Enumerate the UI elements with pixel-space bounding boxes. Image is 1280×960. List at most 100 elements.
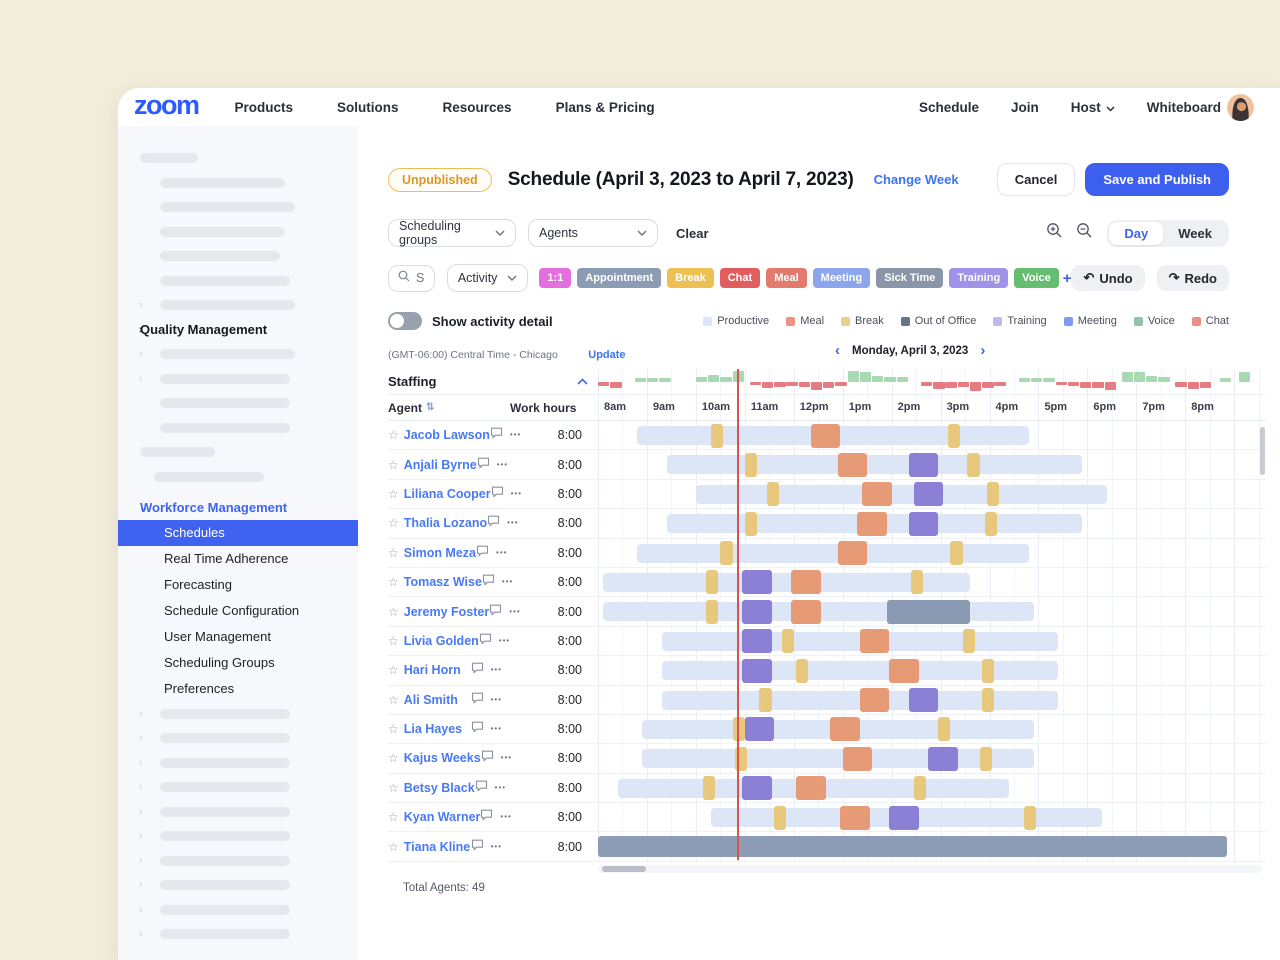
more-options-icon[interactable]: •••: [495, 784, 506, 792]
comment-bubble-icon[interactable]: [471, 838, 484, 856]
training-segment[interactable]: [889, 806, 918, 830]
break-segment[interactable]: [745, 453, 757, 477]
agent-name-link[interactable]: Hari Horn: [404, 663, 461, 677]
sidebar-item-schedules[interactable]: Schedules: [118, 520, 358, 546]
activity-chip-meal[interactable]: Meal: [766, 268, 806, 288]
star-icon[interactable]: ☆: [388, 781, 399, 795]
break-segment[interactable]: [1024, 806, 1036, 830]
comment-bubble-icon[interactable]: [471, 661, 484, 679]
star-icon[interactable]: ☆: [388, 810, 399, 824]
meal-segment[interactable]: [838, 541, 867, 565]
meal-segment[interactable]: [889, 659, 918, 683]
agent-name-link[interactable]: Kajus Weeks: [404, 751, 481, 765]
agent-name-link[interactable]: Jeremy Foster: [404, 605, 489, 619]
break-segment[interactable]: [987, 482, 999, 506]
agent-name-link[interactable]: Jacob Lawson: [404, 428, 490, 442]
break-segment[interactable]: [914, 776, 926, 800]
comment-bubble-icon[interactable]: [491, 485, 504, 503]
training-segment[interactable]: [745, 717, 774, 741]
productive-bar[interactable]: [642, 749, 1034, 768]
update-timezone-link[interactable]: Update: [588, 349, 625, 361]
training-segment[interactable]: [742, 776, 771, 800]
break-segment[interactable]: [948, 424, 960, 448]
activity-chip-voice[interactable]: Voice: [1014, 268, 1059, 288]
sidebar-item-scheduling-groups[interactable]: Scheduling Groups: [118, 650, 358, 676]
save-and-publish-button[interactable]: Save and Publish: [1085, 163, 1229, 196]
meal-segment[interactable]: [838, 453, 867, 477]
more-options-icon[interactable]: •••: [497, 461, 508, 469]
productive-bar[interactable]: [662, 661, 1058, 680]
scheduling-groups-select[interactable]: Scheduling groups: [388, 219, 516, 247]
star-icon[interactable]: ☆: [388, 546, 399, 560]
break-segment[interactable]: [767, 482, 779, 506]
meal-segment[interactable]: [862, 482, 891, 506]
agent-name-link[interactable]: Livia Golden: [404, 634, 479, 648]
break-segment[interactable]: [774, 806, 786, 830]
meal-segment[interactable]: [796, 776, 825, 800]
productive-bar[interactable]: [637, 544, 1029, 563]
comment-bubble-icon[interactable]: [477, 456, 490, 474]
break-segment[interactable]: [706, 600, 718, 624]
meal-segment[interactable]: [830, 717, 859, 741]
week-tab[interactable]: Week: [1163, 222, 1227, 245]
sidebar-item-preferences[interactable]: Preferences: [118, 676, 358, 702]
star-icon[interactable]: ☆: [388, 458, 399, 472]
out-of-office-bar[interactable]: [598, 836, 1227, 857]
nav-item-plans-pricing[interactable]: Plans & Pricing: [556, 100, 655, 115]
comment-bubble-icon[interactable]: [481, 749, 494, 767]
nav-item-join[interactable]: Join: [1011, 100, 1039, 115]
star-icon[interactable]: ☆: [388, 634, 399, 648]
meal-segment[interactable]: [791, 600, 820, 624]
agent-name-link[interactable]: Tiana Kline: [404, 840, 470, 854]
more-options-icon[interactable]: •••: [499, 637, 510, 645]
more-options-icon[interactable]: •••: [491, 696, 502, 704]
break-segment[interactable]: [745, 512, 757, 536]
star-icon[interactable]: ☆: [388, 487, 399, 501]
meal-segment[interactable]: [843, 747, 872, 771]
out-of-office-segment[interactable]: [887, 600, 970, 624]
meal-segment[interactable]: [860, 629, 889, 653]
break-segment[interactable]: [985, 512, 997, 536]
star-icon[interactable]: ☆: [388, 840, 399, 854]
undo-button[interactable]: ↶Undo: [1071, 265, 1144, 291]
comment-bubble-icon[interactable]: [475, 779, 488, 797]
comment-bubble-icon[interactable]: [482, 573, 495, 591]
training-segment[interactable]: [928, 747, 957, 771]
break-segment[interactable]: [950, 541, 962, 565]
training-segment[interactable]: [742, 629, 771, 653]
training-segment[interactable]: [909, 512, 938, 536]
agent-name-link[interactable]: Simon Meza: [404, 546, 476, 560]
star-icon[interactable]: ☆: [388, 605, 399, 619]
nav-item-whiteboard[interactable]: Whiteboard: [1147, 100, 1221, 115]
sidebar-item-schedule-configuration[interactable]: Schedule Configuration: [118, 598, 358, 624]
break-segment[interactable]: [963, 629, 975, 653]
training-segment[interactable]: [909, 688, 938, 712]
training-segment[interactable]: [909, 453, 938, 477]
activity-chip-break[interactable]: Break: [667, 268, 714, 288]
comment-bubble-icon[interactable]: [476, 544, 489, 562]
star-icon[interactable]: ☆: [388, 575, 399, 589]
break-segment[interactable]: [982, 659, 994, 683]
break-segment[interactable]: [759, 688, 771, 712]
show-activity-detail-toggle[interactable]: [388, 312, 422, 330]
change-week-link[interactable]: Change Week: [874, 172, 959, 187]
training-segment[interactable]: [742, 600, 771, 624]
redo-button[interactable]: ↷Redo: [1157, 265, 1229, 291]
comment-bubble-icon[interactable]: [487, 514, 500, 532]
zoom-out-icon[interactable]: [1076, 222, 1093, 244]
agent-name-link[interactable]: Ali Smith: [404, 693, 458, 707]
search-box[interactable]: [388, 265, 435, 292]
star-icon[interactable]: ☆: [388, 428, 399, 442]
comment-bubble-icon[interactable]: [471, 691, 484, 709]
cancel-button[interactable]: Cancel: [997, 163, 1076, 196]
productive-bar[interactable]: [696, 485, 1107, 504]
nav-item-solutions[interactable]: Solutions: [337, 100, 399, 115]
add-activity-button[interactable]: +: [1063, 270, 1072, 287]
next-day-arrow[interactable]: ›: [980, 343, 985, 358]
star-icon[interactable]: ☆: [388, 516, 399, 530]
break-segment[interactable]: [796, 659, 808, 683]
comment-bubble-icon[interactable]: [489, 603, 502, 621]
sidebar-item-workforce-management[interactable]: ⌄Workforce Management: [118, 495, 358, 520]
comment-bubble-icon[interactable]: [471, 720, 484, 738]
day-tab[interactable]: Day: [1109, 222, 1163, 245]
